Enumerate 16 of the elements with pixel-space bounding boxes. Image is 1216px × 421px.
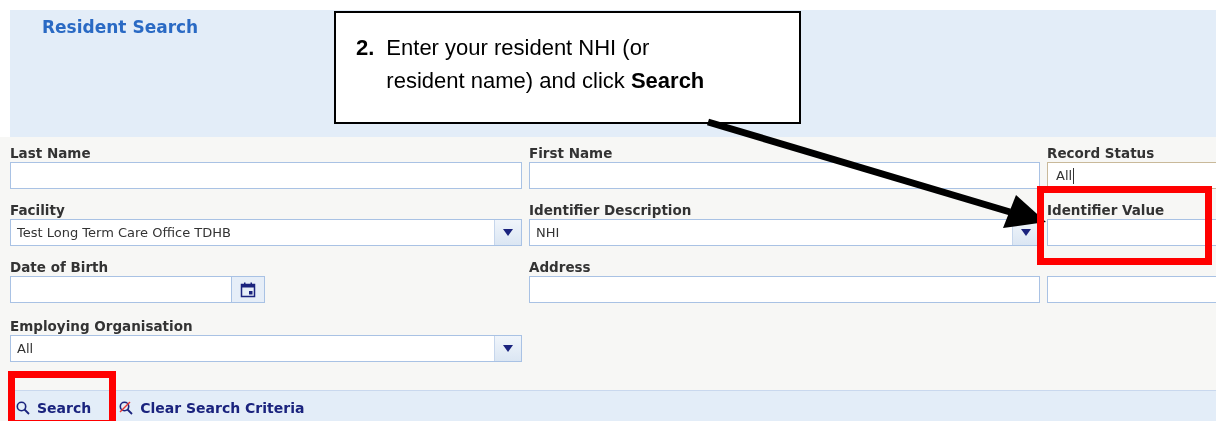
search-button[interactable]: Search <box>10 395 102 420</box>
dropdown[interactable]: Test Long Term Care Office TDHB <box>10 219 522 246</box>
field-label: Date of Birth <box>10 258 110 276</box>
callout-box: 2. Enter your resident NHI (or resident name) and click Search <box>334 11 801 124</box>
clear-button[interactable]: Clear Search Criteria <box>113 395 315 420</box>
field-label: Employing Organisation <box>10 317 194 335</box>
field-label: Record Status <box>1047 144 1156 162</box>
field-label: Last Name <box>10 144 92 162</box>
page-title: Resident Search <box>41 16 200 37</box>
field-label: Identifier Description <box>529 201 693 219</box>
dropdown[interactable]: NHI <box>529 219 1040 246</box>
field-label: Facility <box>10 201 66 219</box>
field-label: Address <box>529 258 592 276</box>
field-label: First Name <box>529 144 614 162</box>
dropdown[interactable]: All <box>10 335 522 362</box>
field-label: Identifier Value <box>1047 201 1166 219</box>
